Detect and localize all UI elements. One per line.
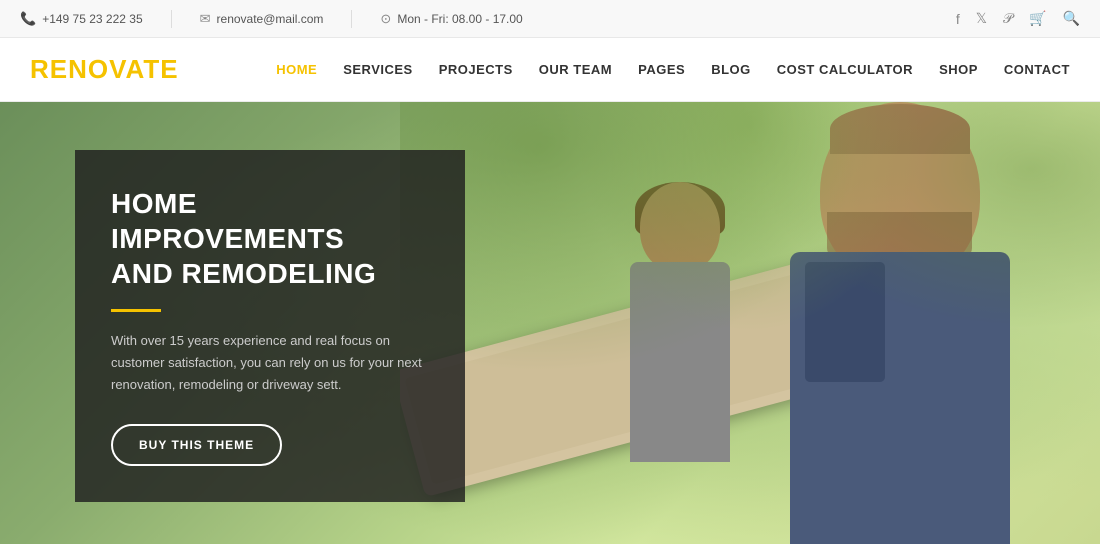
hero-divider (111, 309, 161, 312)
nav-item-pages[interactable]: PAGES (638, 61, 685, 79)
nav-link-home[interactable]: HOME (276, 62, 317, 77)
email-address: renovate@mail.com (217, 12, 324, 26)
hero-description: With over 15 years experience and real f… (111, 330, 429, 396)
nav-link-cost-calculator[interactable]: COST CALCULATOR (777, 62, 913, 77)
cart-icon[interactable]: 🛒 (1029, 10, 1046, 27)
nav-item-projects[interactable]: PROJECTS (439, 61, 513, 79)
hero-content-box: HOME IMPROVEMENTS AND REMODELING With ov… (75, 150, 465, 502)
nav-item-contact[interactable]: CONTACT (1004, 61, 1070, 79)
person-foreground (700, 102, 1040, 544)
nav-link-pages[interactable]: PAGES (638, 62, 685, 77)
top-bar: 📞 +149 75 23 222 35 ✉ renovate@mail.com … (0, 0, 1100, 38)
hero-image (400, 102, 1100, 544)
hero-title: HOME IMPROVEMENTS AND REMODELING (111, 186, 429, 291)
nav-item-blog[interactable]: BLOG (711, 61, 751, 79)
site-logo[interactable]: RENOVATE (30, 54, 179, 85)
nav-item-our-team[interactable]: OUR TEAM (539, 61, 612, 79)
person-main-body (790, 252, 1010, 544)
top-bar-right: f 𝕏 𝒫 🛒 🔍 (956, 10, 1080, 27)
nav-item-home[interactable]: HOME (276, 61, 317, 79)
top-bar-left: 📞 +149 75 23 222 35 ✉ renovate@mail.com … (20, 10, 523, 28)
business-hours: Mon - Fri: 08.00 - 17.00 (397, 12, 522, 26)
separator-1 (171, 10, 172, 28)
clock-icon: ⊙ (380, 11, 391, 27)
nav-item-cost-calculator[interactable]: COST CALCULATOR (777, 61, 913, 79)
nav-link-contact[interactable]: CONTACT (1004, 62, 1070, 77)
nav-link-projects[interactable]: PROJECTS (439, 62, 513, 77)
nav-link-services[interactable]: SERVICES (343, 62, 413, 77)
twitter-icon[interactable]: 𝕏 (976, 10, 987, 27)
nav-link-shop[interactable]: SHOP (939, 62, 978, 77)
hours-info: ⊙ Mon - Fri: 08.00 - 17.00 (380, 11, 522, 27)
email-icon: ✉ (200, 11, 211, 27)
search-icon[interactable]: 🔍 (1063, 10, 1080, 27)
nav-item-shop[interactable]: SHOP (939, 61, 978, 79)
phone-info: 📞 +149 75 23 222 35 (20, 11, 143, 27)
facebook-icon[interactable]: f (956, 11, 960, 27)
phone-number: +149 75 23 222 35 (42, 12, 142, 26)
nav-link-blog[interactable]: BLOG (711, 62, 751, 77)
phone-icon: 📞 (20, 11, 36, 27)
nav-links: HOME SERVICES PROJECTS OUR TEAM PAGES BL… (276, 61, 1070, 79)
hero-section: HOME IMPROVEMENTS AND REMODELING With ov… (0, 102, 1100, 544)
nav-link-our-team[interactable]: OUR TEAM (539, 62, 612, 77)
navbar: RENOVATE HOME SERVICES PROJECTS OUR TEAM… (0, 38, 1100, 102)
separator-2 (351, 10, 352, 28)
hero-title-line1: HOME IMPROVEMENTS (111, 188, 344, 254)
buy-theme-button[interactable]: BUY THIS THEME (111, 424, 282, 466)
hero-title-line2: AND REMODELING (111, 258, 376, 289)
email-info: ✉ renovate@mail.com (200, 11, 324, 27)
nav-item-services[interactable]: SERVICES (343, 61, 413, 79)
pinterest-icon[interactable]: 𝒫 (1003, 10, 1013, 27)
